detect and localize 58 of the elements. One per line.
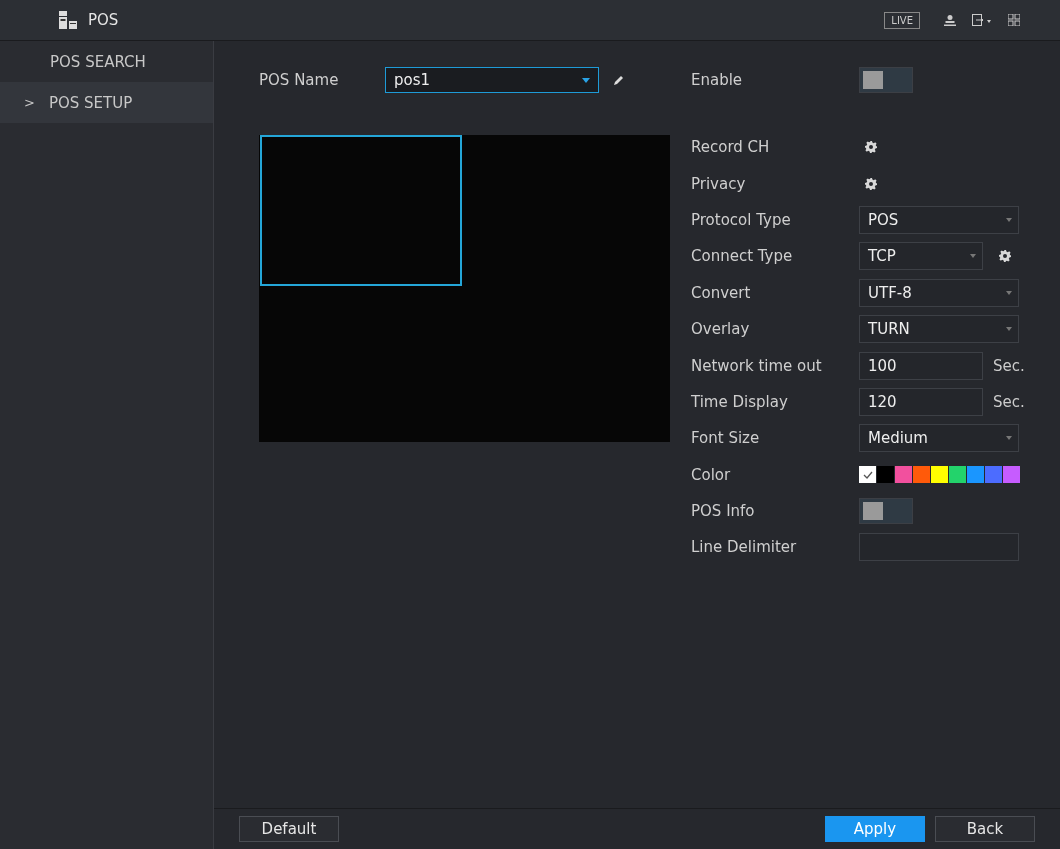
input-field[interactable]: 100 (859, 351, 983, 380)
caret-icon (1006, 436, 1012, 441)
field-label: POS Info (691, 502, 756, 521)
color-swatch[interactable] (1003, 466, 1020, 484)
user-icon[interactable] (944, 14, 956, 26)
live-button[interactable]: LIVE (884, 11, 920, 29)
region-frame[interactable] (260, 135, 462, 286)
gear-icon[interactable] (865, 177, 877, 190)
chevron-icon: > (24, 95, 35, 110)
caret-icon (1006, 290, 1012, 295)
page-title: POS (88, 11, 119, 29)
gear-icon[interactable] (865, 141, 877, 154)
color-swatch[interactable] (895, 466, 912, 484)
caret-icon (582, 77, 590, 83)
pos-terminal-icon (58, 10, 78, 30)
unit-label: Sec. (993, 356, 1025, 375)
toggle-switch[interactable] (859, 498, 913, 525)
dropdown[interactable]: TCP (859, 242, 983, 271)
field-label: Font Size (691, 429, 761, 448)
field-label: Line Delimiter (691, 538, 798, 557)
pencil-icon[interactable] (613, 74, 625, 86)
field-label: Record CH (691, 138, 771, 157)
back-button[interactable]: Back (935, 816, 1035, 842)
sidebar-item[interactable]: POS SEARCH (0, 41, 213, 82)
logout-icon[interactable] (972, 14, 992, 26)
field-label: Privacy (691, 174, 747, 193)
color-swatch[interactable] (949, 466, 966, 484)
input-field[interactable] (859, 533, 1019, 562)
dropdown[interactable]: Medium (859, 424, 1019, 453)
color-swatch[interactable] (967, 466, 984, 484)
caret-icon (1006, 327, 1012, 332)
field-label: Color (691, 465, 732, 484)
caret-icon (1006, 217, 1012, 222)
unit-label: Sec. (993, 392, 1025, 411)
caret-icon (970, 254, 976, 259)
toggle-switch[interactable] (859, 67, 913, 93)
sidebar-item[interactable]: > POS SETUP (0, 82, 213, 123)
field-label: Connect Type (691, 247, 794, 266)
color-swatch[interactable] (985, 466, 1002, 484)
gear-icon[interactable] (999, 250, 1011, 263)
field-label: Convert (691, 283, 752, 302)
dropdown[interactable]: TURN (859, 315, 1019, 344)
field-label: Network time out (691, 356, 823, 375)
grid-icon[interactable] (1008, 14, 1020, 26)
pos-name-dropdown[interactable]: pos1 (385, 67, 599, 93)
field-label: Time Display (691, 392, 789, 411)
input-field[interactable]: 120 (859, 387, 983, 416)
field-label: Enable (691, 71, 744, 89)
color-swatch[interactable] (931, 466, 948, 484)
field-label: POS Name (259, 71, 340, 89)
default-button[interactable]: Default (239, 816, 339, 842)
field-label: Overlay (691, 320, 751, 339)
color-swatch[interactable] (913, 466, 930, 484)
dropdown[interactable]: UTF-8 (859, 278, 1019, 307)
field-label: Protocol Type (691, 210, 792, 229)
color-swatch[interactable] (859, 466, 876, 484)
dropdown[interactable]: POS (859, 205, 1019, 234)
color-swatch[interactable] (877, 466, 894, 484)
